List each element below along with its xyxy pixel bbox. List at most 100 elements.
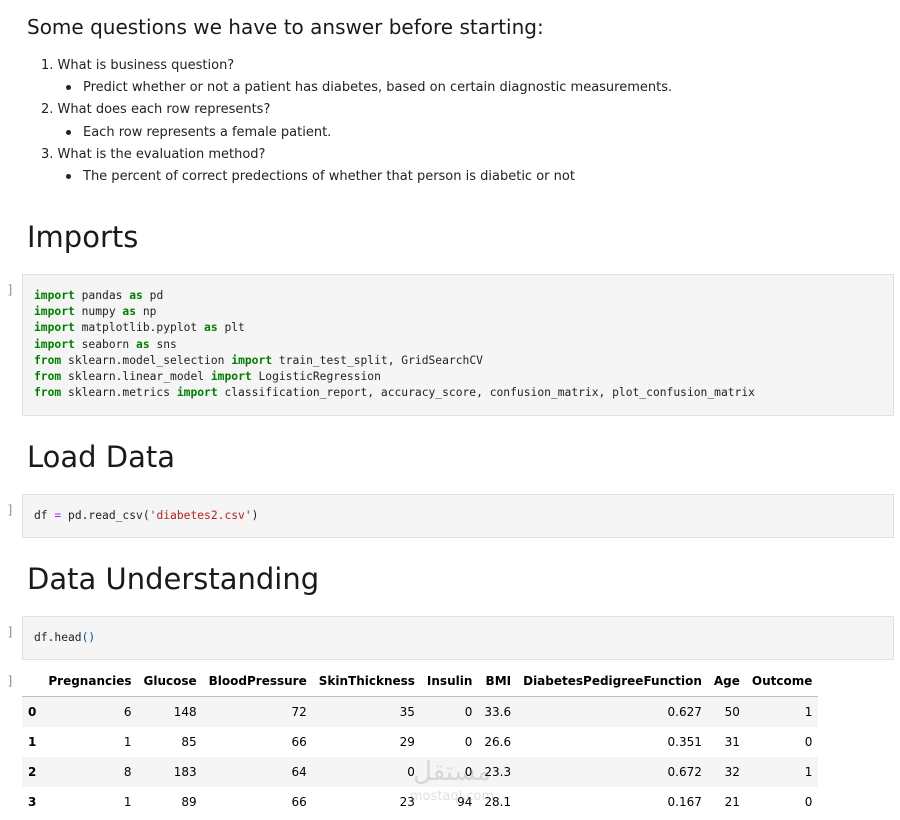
dataframe-output: Pregnancies Glucose BloodPressure SkinThick…: [22, 670, 819, 817]
code-token: seaborn: [74, 337, 137, 351]
question-item: 2. What does each row represents?: [41, 102, 270, 117]
code-cell-head[interactable]: df.head(): [22, 616, 894, 660]
question-text: What is business question?: [57, 58, 235, 73]
column-header: Glucose: [137, 670, 203, 697]
question-answer: Each row represents a female patient.: [83, 125, 332, 140]
column-header: Outcome: [745, 670, 819, 697]
code-editor[interactable]: df = pd.read_csv('diabetes2.csv'): [34, 508, 258, 524]
cell-prompt: [ ]:: [0, 503, 14, 517]
code-token: sklearn.linear_model: [61, 370, 211, 384]
code-token: import: [34, 289, 75, 302]
table-cell: 0: [464, 765, 473, 779]
code-token: sklearn.model_selection: [61, 353, 232, 367]
code-token: import: [34, 321, 75, 335]
code-token: import: [231, 353, 273, 367]
code-token: matplotlib.pyplot: [74, 321, 205, 335]
code-token: from: [34, 370, 62, 384]
column-header: Age: [707, 670, 746, 697]
question-text: What does each row represents?: [57, 102, 271, 117]
code-token: plt: [217, 321, 245, 335]
table-cell: 26.6: [484, 735, 512, 749]
section-heading-load-data: Load Data: [27, 440, 176, 474]
code-token: df.head: [34, 631, 82, 644]
table-row: 2 8 183 64 0 0 23.3 0.672 32 1: [22, 757, 819, 787]
code-cell-load[interactable]: df = pd.read_csv('diabetes2.csv'): [22, 494, 894, 538]
table-cell: 66: [291, 735, 307, 749]
table-cell: 21: [724, 795, 740, 809]
code-token: classification_report, accuracy_score, c…: [217, 386, 755, 400]
code-token: as: [136, 337, 150, 351]
code-token: from: [34, 353, 62, 367]
code-token: import: [176, 386, 218, 400]
cell-prompt: [ ]:: [0, 625, 14, 639]
question-answer: The percent of correct predections of wh…: [83, 169, 575, 184]
code-editor[interactable]: df.head(): [34, 630, 95, 646]
column-header: Pregnancies: [42, 670, 138, 697]
table-cell: 33.6: [484, 705, 512, 719]
table-cell: 183: [173, 765, 197, 779]
row-index: 3: [28, 795, 37, 809]
table-cell: 0.167: [667, 795, 702, 809]
code-cell-imports[interactable]: import pandas as pd import numpy as np i…: [22, 274, 894, 416]
code-token: sns: [149, 337, 177, 351]
table-cell: 28.1: [484, 795, 512, 809]
table-cell: 0: [804, 795, 813, 809]
table-cell: 0.351: [667, 735, 702, 749]
table-cell: 32: [724, 765, 740, 779]
table-cell: 0: [407, 765, 415, 779]
code-token: as: [129, 289, 143, 302]
code-token: sklearn.metrics: [61, 386, 177, 400]
question-number: 1.: [41, 58, 54, 73]
code-token: import: [34, 305, 75, 319]
column-header: DiabetesPedigreeFunction: [517, 670, 708, 697]
table-row: 0 6 148 72 35 0 33.6 0.627 50 1: [22, 696, 819, 727]
table-cell: 148: [173, 705, 197, 719]
table-cell: 64: [291, 765, 307, 779]
table-cell: 8: [123, 765, 132, 779]
table-cell: 0.627: [667, 705, 702, 719]
table-cell: 31: [724, 735, 740, 749]
table-row: 1 1 85 66 29 0 26.6 0.351 31 0: [22, 727, 819, 757]
code-token: pd.read_csv(: [61, 509, 150, 522]
code-token: import: [34, 337, 75, 351]
question-text: What is the evaluation method?: [57, 147, 266, 162]
code-token: (): [81, 631, 96, 644]
table-cell: 35: [399, 705, 415, 719]
table-cell: 0: [464, 705, 473, 719]
row-index: 2: [28, 765, 37, 779]
table-cell: 6: [123, 705, 132, 719]
table-cell: 0: [464, 735, 473, 749]
table-cell: 29: [399, 735, 415, 749]
question-number: 2.: [41, 102, 54, 117]
column-header: BMI: [478, 670, 518, 697]
table-cell: 1: [123, 735, 132, 749]
column-header: Insulin: [420, 670, 479, 697]
table-cell: 85: [181, 735, 197, 749]
table-cell: 0.672: [667, 765, 702, 779]
question-number: 3.: [41, 147, 54, 162]
column-header: BloodPressure: [202, 670, 313, 697]
question-item: 1. What is business question?: [41, 58, 234, 73]
code-editor[interactable]: import pandas as pd import numpy as np i…: [34, 288, 755, 401]
table-cell: 0: [804, 735, 813, 749]
code-token: as: [122, 305, 137, 319]
code-token: pd: [142, 289, 164, 302]
section-heading-imports: Imports: [27, 220, 139, 254]
table-cell: 72: [291, 705, 307, 719]
question-answer: Predict whether or not a patient has dia…: [83, 80, 673, 95]
table-cell: 66: [291, 795, 307, 809]
code-token: numpy: [74, 305, 123, 319]
code-token: import: [210, 370, 252, 384]
table-body: 0 6 148 72 35 0 33.6 0.627 50 1 1 1 85 66 29 0 26.6 0.351…: [22, 696, 819, 817]
output-prompt: [ ]:: [0, 674, 14, 688]
table-cell: 94: [457, 795, 473, 809]
table-cell: 1: [804, 765, 813, 779]
code-token: df: [34, 509, 55, 522]
code-token: ): [251, 509, 259, 522]
row-index: 1: [28, 735, 37, 749]
code-token: LogisticRegression: [251, 370, 381, 384]
code-token: np: [136, 305, 157, 319]
questions-heading: Some questions we have to answer before …: [27, 15, 544, 39]
code-token: pandas: [74, 289, 130, 302]
table-cell: 23: [399, 795, 415, 809]
